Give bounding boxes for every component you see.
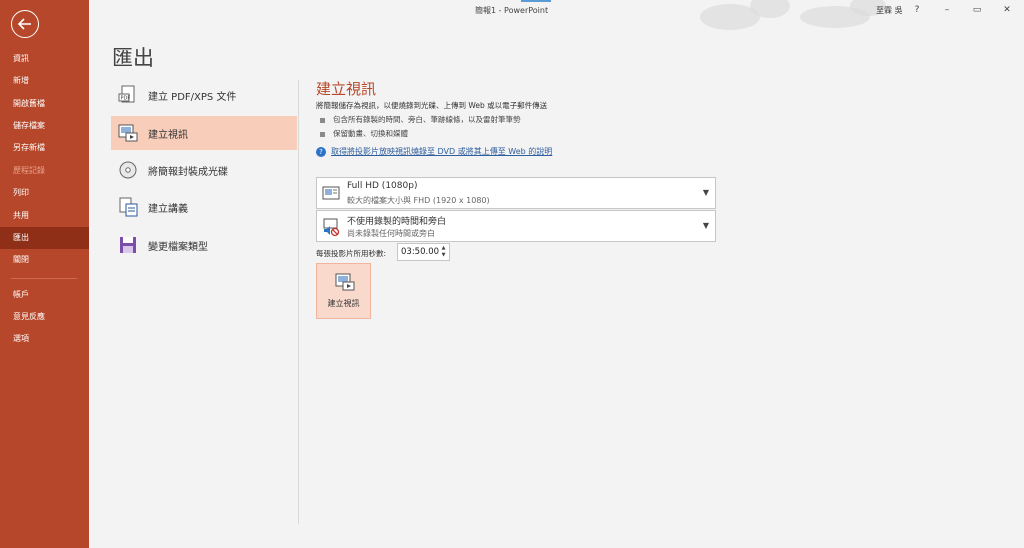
close-button[interactable]: ✕	[997, 2, 1017, 18]
handouts-icon	[119, 197, 138, 217]
bullet-item: 包含所有錄製的時間、旁白、筆跡線條，以及雷射筆筆勢	[320, 114, 521, 125]
chevron-down-icon: ▼	[702, 188, 709, 197]
page-title: 匯出	[112, 46, 154, 70]
video-icon	[118, 124, 138, 142]
sidebar-item-options[interactable]: 選項	[0, 328, 89, 350]
sidebar-item-export[interactable]: 匯出	[0, 227, 89, 249]
sidebar-item-new[interactable]: 新增	[0, 70, 89, 92]
sidebar-item-save[interactable]: 儲存檔案	[0, 115, 89, 137]
pdf-document-icon: PDF	[118, 85, 135, 103]
export-option-change-type[interactable]: 變更檔案類型	[111, 228, 297, 262]
backstage-sidebar: 資訊 新增 開啟舊檔 儲存檔案 另存新檔 歷程記錄 列印 共用 匯出 關閉 帳戶…	[0, 0, 89, 548]
cd-icon	[119, 161, 137, 179]
sidebar-item-info[interactable]: 資訊	[0, 48, 89, 70]
section-title: 建立視訊	[316, 80, 377, 98]
sidebar-item-open[interactable]: 開啟舊檔	[0, 93, 89, 115]
export-option-cd[interactable]: 將簡報封裝成光碟	[111, 153, 297, 187]
sidebar-item-account[interactable]: 帳戶	[0, 284, 89, 306]
seconds-per-slide-input[interactable]: 03:50.00 ▲ ▼	[397, 243, 450, 261]
panel-divider	[298, 80, 299, 524]
seconds-per-slide-label: 每張投影片所用秒數:	[316, 249, 387, 258]
back-arrow-icon[interactable]	[11, 10, 39, 38]
quality-selected: Full HD (1080p)	[347, 181, 418, 191]
export-option-label: 將簡報封裝成光碟	[148, 167, 228, 178]
chevron-down-icon: ▼	[702, 221, 709, 230]
no-narration-icon	[323, 218, 340, 237]
export-option-label: 建立講義	[148, 204, 188, 215]
sidebar-item-print[interactable]: 列印	[0, 182, 89, 204]
sidebar-item-history: 歷程記錄	[13, 166, 45, 175]
sidebar-divider	[11, 278, 77, 279]
sidebar-item-share[interactable]: 共用	[0, 205, 89, 227]
help-button[interactable]: ?	[907, 2, 927, 18]
sidebar-item-feedback[interactable]: 意見反應	[0, 306, 89, 328]
title-accent-line	[521, 0, 551, 2]
video-icon	[335, 273, 355, 291]
minimize-button[interactable]: –	[937, 2, 957, 18]
spinner-arrows-icon[interactable]: ▲ ▼	[440, 245, 447, 259]
timing-dropdown[interactable]: 不使用錄製的時間和旁白 尚未錄製任何時間或旁白 ▼	[316, 210, 716, 242]
user-name[interactable]: 至霖 吳	[876, 5, 903, 16]
export-option-label: 建立 PDF/XPS 文件	[148, 92, 237, 103]
help-icon: ?	[316, 146, 326, 157]
save-file-type-icon	[120, 237, 136, 253]
sidebar-item-close[interactable]: 關閉	[0, 249, 89, 271]
presentation-quality-icon	[322, 186, 340, 200]
restore-button[interactable]: ▭	[967, 2, 987, 18]
svg-text:PDF: PDF	[121, 96, 131, 102]
timing-description: 尚未錄製任何時間或旁白	[347, 229, 435, 238]
quality-dropdown[interactable]: Full HD (1080p) 較大的檔案大小與 FHD (1920 x 108…	[316, 177, 716, 209]
window-title: 簡報1 - PowerPoint	[475, 6, 549, 15]
section-description: 將簡報儲存為視訊，以便燒錄到光碟、上傳到 Web 或以電子郵件傳送	[316, 101, 548, 110]
export-option-video[interactable]: 建立視訊	[111, 116, 297, 150]
bullet-item: 保留動畫、切換和媒體	[320, 128, 408, 139]
export-option-handouts[interactable]: 建立講義	[111, 190, 297, 224]
timing-selected: 不使用錄製的時間和旁白	[347, 217, 447, 227]
quality-description: 較大的檔案大小與 FHD (1920 x 1080)	[347, 196, 490, 205]
create-video-button-label: 建立視訊	[327, 299, 360, 308]
export-option-label: 變更檔案類型	[148, 242, 208, 253]
help-link[interactable]: ? 取得將投影片放映視訊燒錄至 DVD 或將其上傳至 Web 的說明	[316, 146, 552, 157]
export-option-pdf[interactable]: PDF 建立 PDF/XPS 文件	[111, 78, 297, 112]
sidebar-item-save-as[interactable]: 另存新檔	[0, 137, 89, 159]
export-option-label: 建立視訊	[148, 130, 188, 141]
create-video-button[interactable]: 建立視訊	[316, 263, 371, 319]
